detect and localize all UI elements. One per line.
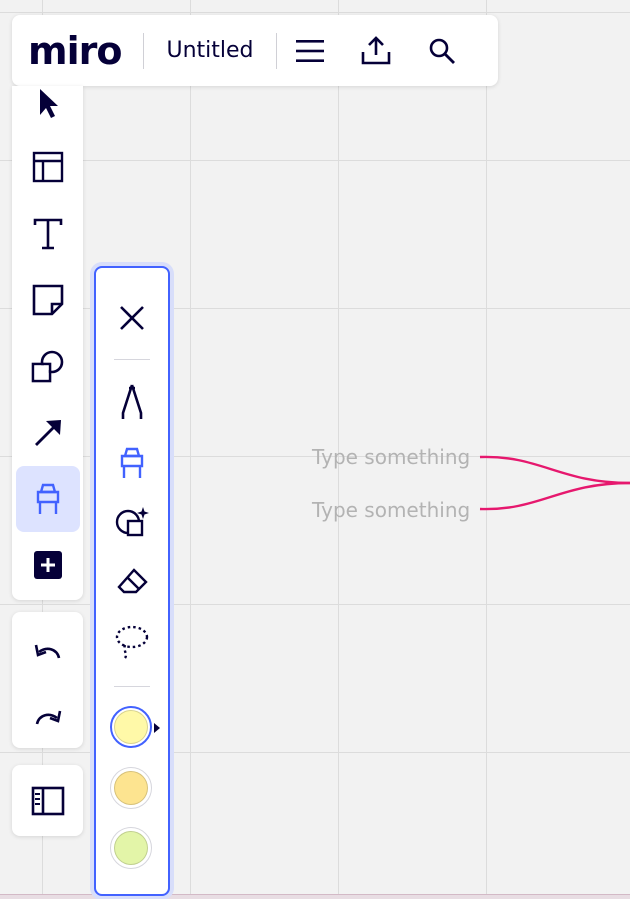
miro-logo[interactable]: miro <box>28 29 122 73</box>
more-tools-button[interactable] <box>12 532 83 598</box>
side-panel-icon <box>31 786 64 815</box>
creation-toolbar <box>12 86 83 600</box>
close-pen-panel-button[interactable] <box>96 288 168 348</box>
menu-button[interactable] <box>277 15 343 86</box>
color-swatch-dot <box>114 831 148 865</box>
eraser-icon <box>117 568 148 594</box>
pen-icon <box>121 384 143 419</box>
top-bar: miro Untitled <box>12 15 498 86</box>
redo-icon <box>35 710 61 725</box>
pen-panel-divider <box>114 359 150 360</box>
color-swatch-dot <box>114 771 148 805</box>
highlighter-option[interactable] <box>96 433 168 493</box>
connector-line[interactable] <box>479 455 630 485</box>
lasso-icon <box>115 625 149 659</box>
text-node[interactable]: Type something <box>312 445 470 469</box>
shapes-icon <box>31 350 63 383</box>
upload-icon <box>361 35 390 64</box>
sticky-note-icon <box>32 284 63 316</box>
eraser-option[interactable] <box>96 552 168 612</box>
mindmap-connectors[interactable] <box>470 445 630 525</box>
board-title[interactable]: Untitled <box>144 38 275 63</box>
connection-line-tool[interactable] <box>12 400 83 466</box>
pen-panel-divider <box>114 686 150 687</box>
undo-icon <box>34 644 60 659</box>
smart-drawing-option[interactable] <box>96 492 168 552</box>
history-panel <box>12 612 83 748</box>
menu-icon <box>295 39 324 62</box>
color-swatch[interactable] <box>110 767 152 809</box>
redo-button[interactable] <box>12 684 83 750</box>
share-upload-button[interactable] <box>343 15 409 86</box>
text-icon <box>33 218 62 250</box>
search-icon <box>429 38 455 64</box>
close-icon <box>120 306 144 330</box>
color-swatch-selected[interactable] <box>110 706 152 748</box>
pen-tool[interactable] <box>16 466 80 532</box>
more-tools-icon <box>33 551 62 579</box>
undo-button[interactable] <box>12 618 83 684</box>
side-panel-button[interactable] <box>12 765 83 836</box>
highlighter-icon <box>120 447 144 478</box>
shapes-tool[interactable] <box>12 333 83 399</box>
text-node[interactable]: Type something <box>312 498 470 522</box>
sticky-note-tool[interactable] <box>12 267 83 333</box>
canvas-bottom-edge <box>0 894 630 899</box>
connector-line[interactable] <box>479 481 630 511</box>
color-swatch-dot <box>114 710 148 744</box>
select-tool[interactable] <box>12 70 83 136</box>
pen-option[interactable] <box>96 372 168 432</box>
smart-drawing-icon <box>115 507 149 537</box>
color-swatch[interactable] <box>110 827 152 869</box>
text-tool[interactable] <box>12 201 83 267</box>
select-cursor-icon <box>39 89 58 118</box>
lasso-option[interactable] <box>96 612 168 672</box>
connection-line-icon <box>34 420 61 446</box>
templates-tool[interactable] <box>12 134 83 200</box>
templates-icon <box>32 151 63 183</box>
search-button[interactable] <box>409 15 475 86</box>
color-caret-icon <box>154 723 160 733</box>
pen-icon <box>36 483 60 514</box>
pen-options-panel <box>94 266 170 896</box>
